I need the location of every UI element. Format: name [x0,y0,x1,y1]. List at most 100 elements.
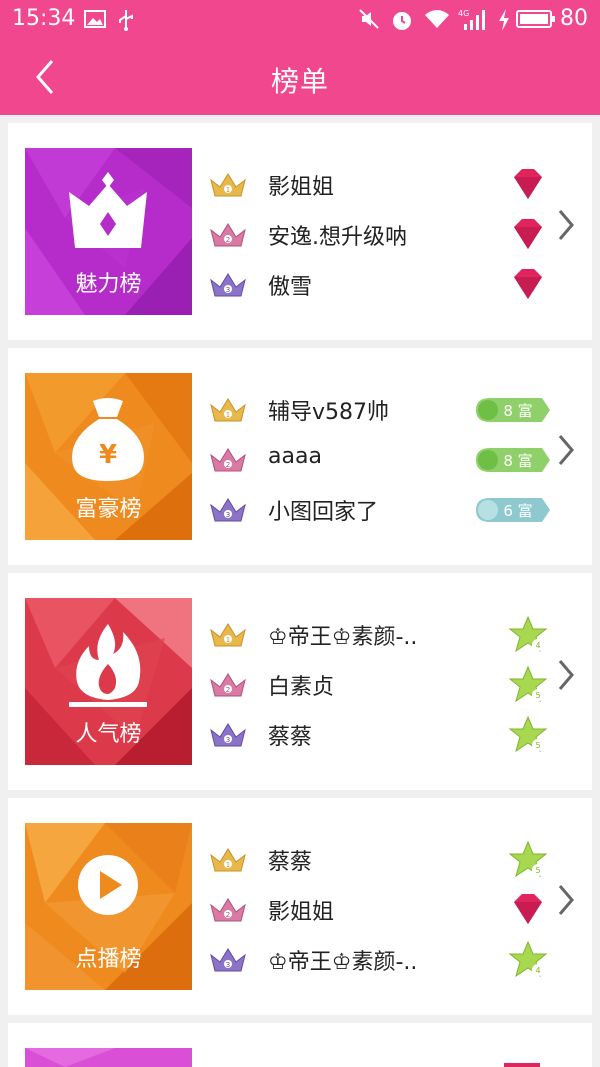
signal-4g-icon: 4G [458,9,485,30]
play-icon [78,855,138,915]
crown-rank-2-icon: 2 [210,448,246,472]
svg-text:3: 3 [226,736,230,744]
board-title: 魅力榜 [75,272,142,297]
rank-row[interactable]: 2 安逸.想升级呐 [208,215,548,255]
money-bag-icon: ¥ [72,398,144,481]
rank-row[interactable]: 2 aaaa 8 富 [208,440,550,480]
chevron-right-icon[interactable] [554,882,578,918]
svg-text:4: 4 [535,641,540,650]
crown-rank-1-icon: 1 [210,398,246,422]
rank-name: 影姐姐 [268,175,335,200]
svg-text:6 富: 6 富 [503,502,532,520]
rank-row[interactable]: 1 影姐姐 [208,165,548,205]
svg-text:1: 1 [226,186,230,194]
chevron-right-icon[interactable] [554,657,578,693]
board-card-popularity[interactable]: 人气榜 1 ♔帝王♔素颜-.. 4 2 白素贞 5 3 蔡蔡 5 [8,573,592,790]
rank-name: 小图回家了 [268,500,379,525]
battery-level: 80 [560,6,588,31]
crown-rank-1-icon: 1 [210,848,246,872]
rich-level-badge: 8 富 [476,448,550,472]
board-card-request[interactable]: 点播榜 1 蔡蔡 5 2 影姐姐 3 ♔帝王♔素颜-.. 4 [8,798,592,1015]
rank-name: 辅导v587帅 [268,400,390,425]
battery-icon [516,10,555,28]
svg-text:5: 5 [535,741,540,750]
rank-name: aaaa [268,444,322,469]
board-title: 富豪榜 [75,497,142,522]
crown-rank-2-icon: 2 [210,673,246,697]
rich-level-badge: 8 富 [476,398,550,422]
rank-name: 蔡蔡 [268,725,313,750]
svg-text:8 富: 8 富 [503,452,532,470]
image-icon [84,10,106,28]
chevron-right-icon[interactable] [554,207,578,243]
board-title: 人气榜 [75,722,142,747]
svg-text:5: 5 [535,691,540,700]
svg-text:4: 4 [535,966,540,975]
board-card-partial[interactable] [8,1023,592,1067]
crown-rank-3-icon: 3 [210,723,246,747]
svg-text:1: 1 [226,861,230,869]
star-level-icon: 4 [508,615,548,653]
crown-rank-2-icon: 2 [210,223,246,247]
svg-text:3: 3 [226,511,230,519]
alarm-icon [393,12,411,30]
rank-row[interactable]: 3 蔡蔡 5 [208,715,548,755]
board-thumb-rich: ¥ 富豪榜 [25,373,192,540]
mute-icon [359,9,379,29]
star-level-icon: 4 [508,940,548,978]
svg-text:2: 2 [226,236,230,244]
usb-icon [119,10,133,31]
crown-rank-2-icon: 2 [210,898,246,922]
rank-row[interactable]: 2 影姐姐 [208,890,548,930]
wifi-icon [425,10,449,28]
gem-icon [504,1063,540,1067]
svg-text:3: 3 [226,961,230,969]
star-level-icon: 5 [508,665,548,703]
star-level-icon: 5 [508,840,548,878]
rank-row[interactable]: 3 傲雪 [208,265,548,305]
star-level-icon: 5 [508,715,548,753]
rank-name: 白素贞 [268,675,335,700]
gem-icon [514,169,543,200]
svg-text:2: 2 [226,911,230,919]
page-title: 榜单 [270,65,329,98]
status-bar: 15:34 4G 80 [0,0,600,40]
crown-rank-1-icon: 1 [210,623,246,647]
rank-row[interactable]: 1 ♔帝王♔素颜-.. 4 [208,615,548,655]
rank-name: 傲雪 [268,275,313,300]
svg-text:8 富: 8 富 [503,402,532,420]
board-thumb-charm: 魅力榜 [25,148,192,315]
svg-text:5: 5 [535,866,540,875]
svg-text:4G: 4G [458,9,469,18]
gem-icon [514,269,543,300]
rich-level-badge: 6 富 [476,498,550,522]
crown-rank-3-icon: 3 [210,273,246,297]
svg-text:1: 1 [226,636,230,644]
rank-row[interactable]: 2 白素贞 5 [208,665,548,705]
svg-text:1: 1 [226,411,230,419]
crown-rank-1-icon: 1 [210,173,246,197]
svg-text:2: 2 [226,686,230,694]
svg-text:¥: ¥ [99,440,117,470]
rank-row[interactable]: 3 ♔帝王♔素颜-.. 4 [208,940,548,980]
charging-icon [499,9,509,31]
chevron-right-icon[interactable] [554,432,578,468]
rank-name: 安逸.想升级呐 [268,225,407,250]
gem-icon [514,219,543,250]
board-thumb-partial [25,1048,192,1067]
flame-icon [69,624,147,707]
svg-text:2: 2 [226,461,230,469]
svg-text:3: 3 [226,286,230,294]
rank-name: ♔帝王♔素颜-.. [268,625,418,650]
app-header: 15:34 4G 80 榜单 [0,0,600,115]
rank-row[interactable]: 1 蔡蔡 5 [208,840,548,880]
crown-rank-3-icon: 3 [210,498,246,522]
crown-icon [69,172,147,248]
rank-row[interactable]: 3 小图回家了 6 富 [208,490,550,530]
crown-rank-3-icon: 3 [210,948,246,972]
board-title: 点播榜 [75,947,142,972]
board-card-charm[interactable]: 魅力榜 1 影姐姐 2 安逸.想升级呐 3 傲雪 [8,123,592,340]
board-card-rich[interactable]: ¥ 富豪榜 1 辅导v587帅 8 富 2 aaaa 8 富 3 小图回家了 6… [8,348,592,565]
rank-row[interactable]: 1 辅导v587帅 8 富 [208,390,550,430]
rank-name: 蔡蔡 [268,850,313,875]
